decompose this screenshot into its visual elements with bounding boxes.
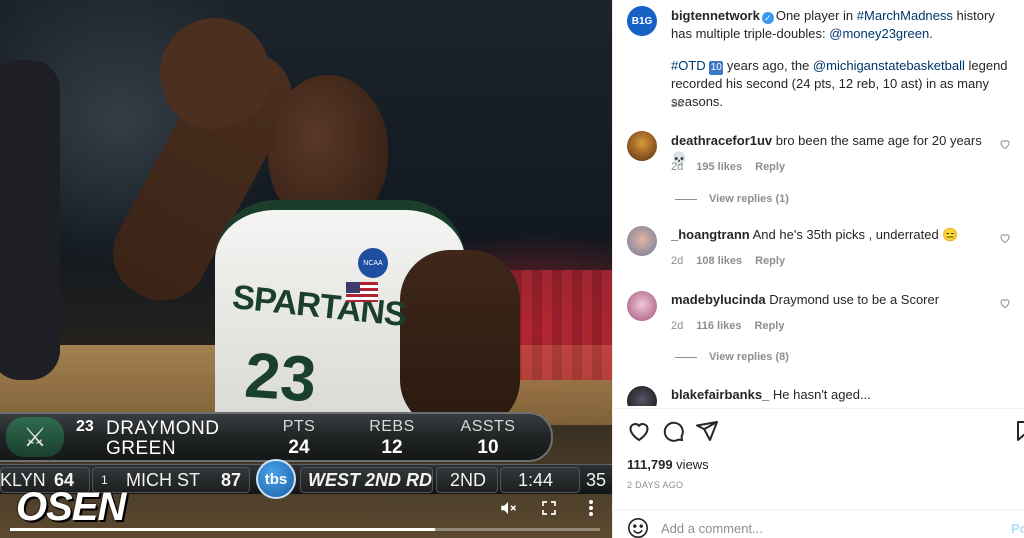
replies-line: [675, 198, 697, 200]
video-player[interactable]: SPARTANS 23 NCAA ⚔ 23 DRAYMOND GREEN PTS…: [0, 0, 612, 538]
stat-label: ASSTS: [460, 418, 516, 435]
stat-value: 10: [477, 437, 499, 458]
commenter-avatar[interactable]: [627, 386, 657, 406]
comment-likes[interactable]: 116 likes: [696, 320, 741, 332]
game-period: 2ND: [450, 469, 487, 490]
player-jersey-number: 23: [76, 418, 94, 435]
comment-text: He hasn't aged...: [772, 387, 871, 402]
comment-like-heart-icon[interactable]: [999, 138, 1011, 153]
post-author-username[interactable]: bigtennetwork: [671, 8, 760, 23]
views-label: views: [672, 457, 709, 472]
view-replies-button[interactable]: View replies (8): [675, 351, 789, 363]
comment-text: Draymond use to be a Scorer: [769, 292, 940, 307]
post-comment-button[interactable]: Post: [1011, 521, 1024, 536]
caption-text: One player in: [775, 8, 857, 23]
video-progress-bar[interactable]: [10, 528, 600, 531]
view-replies-button[interactable]: View replies (1): [675, 193, 789, 205]
mention-link[interactable]: @michiganstatebasketball: [813, 58, 965, 73]
comments-scroll-area[interactable]: B1G bigtennetwork ✓ One player in #MarchMa…: [613, 0, 1024, 406]
post-caption: bigtennetwork ✓ One player in #MarchMadnes…: [671, 7, 1016, 111]
flag-patch: [346, 282, 378, 302]
more-vertical-icon[interactable]: [580, 498, 602, 518]
reply-button[interactable]: Reply: [755, 255, 785, 267]
stat-label: REBS: [369, 418, 415, 435]
ncaa-patch: NCAA: [358, 248, 388, 278]
share-icon[interactable]: [695, 419, 719, 443]
emoji-icon[interactable]: [627, 517, 649, 538]
spartan-logo-icon: ⚔: [6, 417, 64, 457]
player-last-name: GREEN: [106, 438, 177, 459]
comment-time: 2d: [671, 320, 684, 332]
stat-value: 12: [381, 437, 403, 458]
add-comment-bar: Post: [613, 509, 1024, 538]
stat-points: PTS 24: [264, 418, 334, 459]
video-progress-fill: [10, 528, 435, 531]
comment-meta: 2d 195 likes Reply: [671, 161, 785, 173]
hashtag-link[interactable]: #OTD: [671, 58, 706, 73]
opponent-player: [0, 60, 60, 380]
view-replies-label: View replies (8): [709, 351, 789, 363]
bookmark-icon[interactable]: [1013, 419, 1024, 443]
game-round: WEST 2ND RD: [308, 469, 433, 490]
team-right-abbr: MICH ST: [126, 469, 200, 490]
comment-username[interactable]: madebylucinda: [671, 292, 766, 307]
post-panel: B1G bigtennetwork ✓ One player in #MarchMa…: [612, 0, 1024, 538]
player-stat-bar: ⚔ 23 DRAYMOND GREEN PTS 24 REBS 12 ASSTS…: [0, 412, 553, 462]
replies-line: [675, 356, 697, 358]
shot-clock: 35: [586, 469, 607, 490]
comment-likes[interactable]: 108 likes: [696, 255, 742, 267]
comment-like-heart-icon[interactable]: [999, 232, 1011, 247]
tbs-logo-icon: tbs: [256, 459, 296, 499]
game-clock: 1:44: [518, 469, 554, 490]
caption-text: .: [929, 26, 933, 41]
author-avatar[interactable]: B1G: [627, 6, 657, 36]
stat-rebounds: REBS 12: [357, 418, 427, 459]
commenter-avatar[interactable]: [627, 291, 657, 321]
osen-watermark: OSEN: [16, 485, 126, 529]
add-comment-input[interactable]: [661, 516, 981, 538]
verified-icon: ✓: [761, 12, 774, 24]
comment-body: blakefairbanks_ He hasn't aged...: [671, 386, 991, 404]
post-actions: 111,799 views 2 DAYS AGO Post: [613, 408, 1024, 538]
stat-label: PTS: [282, 418, 316, 435]
reply-button[interactable]: Reply: [755, 161, 785, 173]
comment-time: 2d: [671, 161, 684, 173]
caption-text: years ago, the: [723, 58, 813, 73]
commenter-avatar[interactable]: [627, 131, 657, 161]
comment-meta: 2d 116 likes Reply: [671, 320, 785, 332]
commenter-avatar[interactable]: [627, 226, 657, 256]
mention-link[interactable]: @money23green: [829, 26, 929, 41]
jersey-number: 23: [242, 338, 319, 416]
number-badge: 10: [709, 61, 724, 75]
stat-assists: ASSTS 10: [453, 418, 523, 459]
player-first-name: DRAYMOND: [106, 418, 220, 439]
comment-username[interactable]: _hoangtrann: [671, 227, 750, 242]
team-right-score: 87: [221, 469, 242, 490]
post-date: 2 DAYS AGO: [627, 480, 684, 490]
comment-text: And he's 35th picks , underrated 😑: [752, 227, 959, 242]
view-replies-label: View replies (1): [709, 193, 789, 205]
mute-icon[interactable]: [497, 498, 519, 518]
heart-icon[interactable]: [627, 419, 651, 443]
comment-username[interactable]: blakefairbanks_: [671, 387, 769, 402]
post-time: 2d: [671, 98, 684, 110]
big-ten-logo-icon: B1G: [631, 15, 653, 27]
fullscreen-icon[interactable]: [538, 498, 560, 518]
comment-username[interactable]: deathracefor1uv: [671, 133, 772, 148]
stat-value: 24: [288, 437, 310, 458]
views-number: 111,799: [627, 457, 673, 472]
comment-like-heart-icon[interactable]: [999, 297, 1011, 312]
hashtag-link[interactable]: #MarchMadness: [857, 8, 953, 23]
comment-time: 2d: [671, 255, 684, 267]
comment-icon[interactable]: [661, 419, 685, 443]
reply-button[interactable]: Reply: [755, 320, 785, 332]
comment-body: madebylucinda Draymond use to be a Score…: [671, 291, 991, 309]
comment-body: _hoangtrann And he's 35th picks , underr…: [671, 226, 991, 244]
player-right-arm: [400, 250, 520, 430]
view-count[interactable]: 111,799 views: [627, 457, 709, 472]
comment-meta: 2d 108 likes Reply: [671, 255, 785, 267]
comment-likes[interactable]: 195 likes: [696, 161, 742, 173]
